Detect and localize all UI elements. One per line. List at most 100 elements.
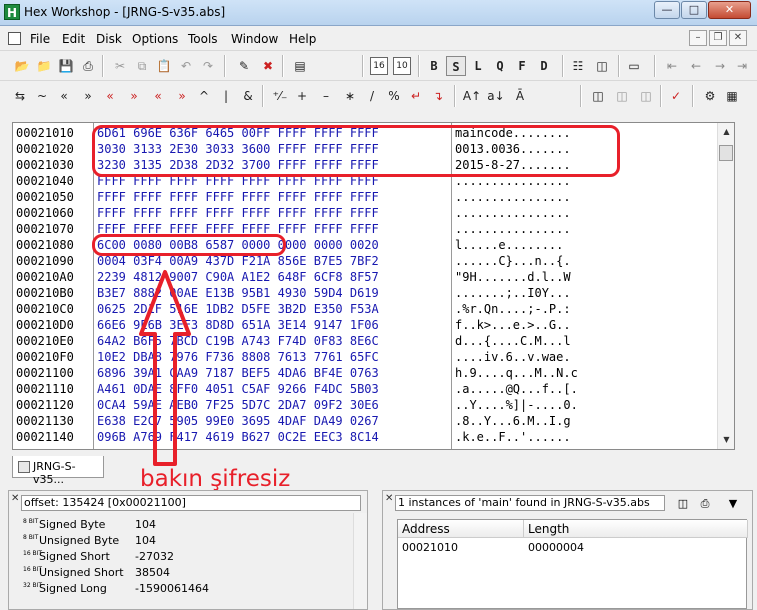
menu-window[interactable]: Window (231, 32, 278, 46)
properties-icon[interactable]: ▤ (290, 56, 310, 76)
and-icon[interactable]: & (238, 86, 258, 106)
base-10-icon[interactable]: 10 (393, 57, 411, 75)
hex-ascii[interactable]: ................ (455, 205, 571, 221)
results-export-icon[interactable]: ⎙ (697, 496, 713, 512)
inspector-row[interactable]: 16 BITUnsigned Short 38504 (23, 565, 170, 581)
rotate-left-icon[interactable]: « (100, 86, 120, 106)
float-view-button[interactable]: F (512, 56, 532, 76)
child-restore-button[interactable]: ❐ (709, 30, 727, 46)
menu-tools[interactable]: Tools (188, 32, 218, 46)
calculator-icon[interactable]: ▦ (722, 86, 742, 106)
inspector-row[interactable]: 8 BITSigned Byte 104 (23, 517, 156, 533)
multiply-icon[interactable]: ∗ (340, 86, 360, 106)
hex-bytes[interactable]: FFFF FFFF FFFF FFFF FFFF FFFF FFFF FFFF (97, 189, 379, 205)
hex-ascii[interactable]: f..k>...e.>..G.. (455, 317, 571, 333)
hex-ascii[interactable]: .a.....@Q...f..[. (455, 381, 578, 397)
or-icon[interactable]: | (216, 86, 236, 106)
column-address[interactable]: Address (398, 520, 524, 538)
compare-icon[interactable]: ◫ (588, 86, 608, 106)
first-page-icon[interactable]: ⇤ (662, 56, 682, 76)
compare-prev-icon[interactable]: ◫ (636, 86, 656, 106)
scroll-down-icon[interactable]: ▼ (719, 432, 734, 448)
invert-case-icon[interactable]: Ā (510, 86, 530, 106)
menu-disk[interactable]: Disk (96, 32, 122, 46)
hex-ascii[interactable]: .%r.Qn....;-.P.: (455, 301, 571, 317)
hex-ascii[interactable]: ..Y....%]|-....0. (455, 397, 578, 413)
document-tab[interactable]: JRNG-S-v35... (12, 456, 104, 486)
hex-ascii[interactable]: ................ (455, 221, 571, 237)
back-icon[interactable]: ← (686, 56, 706, 76)
byte-view-button[interactable]: B (424, 56, 444, 76)
divide-icon[interactable]: / (362, 86, 382, 106)
result-length[interactable]: 00000004 (524, 540, 584, 556)
bookmark-add-icon[interactable]: ✎ (234, 56, 254, 76)
add-icon[interactable]: + (292, 86, 312, 106)
results-close-icon[interactable]: ✕ (385, 493, 393, 504)
hex-ascii[interactable]: ......C}...n..{. (455, 253, 571, 269)
base-16-icon[interactable]: 16 (370, 57, 388, 75)
child-close-button[interactable]: ✕ (729, 30, 747, 46)
hex-workshop-app-icon[interactable]: H (4, 4, 20, 20)
char-set-icon[interactable]: ☷ (568, 56, 588, 76)
forward-icon[interactable]: → (710, 56, 730, 76)
document-menu-icon[interactable] (8, 32, 21, 45)
child-minimize-button[interactable]: – (689, 30, 707, 46)
menu-file[interactable]: File (30, 32, 50, 46)
hex-bytes[interactable]: FFFF FFFF FFFF FFFF FFFF FFFF FFFF FFFF (97, 205, 379, 221)
hex-ascii[interactable]: .8..Y...6.M..I.g (455, 413, 571, 429)
hex-ascii[interactable]: "9H.......d.l..W (455, 269, 571, 285)
result-address[interactable]: 00021010 (398, 540, 458, 556)
shift-bits-right-icon[interactable]: ↴ (428, 86, 448, 106)
maximize-button[interactable]: □ (681, 1, 707, 19)
menu-help[interactable]: Help (289, 32, 316, 46)
hex-ascii[interactable]: d...{....C.M...l (455, 333, 571, 349)
results-copy-icon[interactable]: ◫ (675, 496, 691, 512)
lowercase-icon[interactable]: a↓ (486, 86, 506, 106)
results-options-icon[interactable]: ▼ (725, 496, 741, 512)
block-rotate-right-icon[interactable]: » (172, 86, 192, 106)
print-icon[interactable]: ⎙ (78, 56, 98, 76)
swap-icon[interactable]: ⇆ (10, 86, 30, 106)
save-icon[interactable]: 💾 (56, 56, 76, 76)
rotate-right-icon[interactable]: » (124, 86, 144, 106)
copy-icon[interactable]: ⧉ (132, 56, 152, 76)
pane-close-icon[interactable]: ✕ (11, 493, 19, 504)
inspector-row[interactable]: 32 BITSigned Long -1590061464 (23, 581, 209, 597)
hex-ascii[interactable]: ....iv.6..v.wae. (455, 349, 571, 365)
long-view-button[interactable]: L (468, 56, 488, 76)
compare-next-icon[interactable]: ◫ (612, 86, 632, 106)
double-view-button[interactable]: D (534, 56, 554, 76)
inspector-row[interactable]: 8 BITUnsigned Byte 104 (23, 533, 156, 549)
quad-view-button[interactable]: Q (490, 56, 510, 76)
bookmark-remove-icon[interactable]: ✖ (258, 56, 278, 76)
block-rotate-left-icon[interactable]: « (148, 86, 168, 106)
close-button[interactable]: ✕ (708, 1, 751, 19)
minimize-button[interactable]: — (654, 1, 680, 19)
last-page-icon[interactable]: ⇥ (732, 56, 752, 76)
shift-left-icon[interactable]: « (54, 86, 74, 106)
title-bar[interactable]: H Hex Workshop - [JRNG-S-v35.abs] — □ ✕ (0, 0, 757, 26)
scroll-up-icon[interactable]: ▲ (719, 124, 734, 140)
undo-icon[interactable]: ↶ (176, 56, 196, 76)
column-length[interactable]: Length (524, 520, 748, 538)
open-icon[interactable]: 📂 (12, 56, 32, 76)
xor-icon[interactable]: ^ (194, 86, 214, 106)
redo-icon[interactable]: ↷ (198, 56, 218, 76)
checksum-icon[interactable]: ✓ (666, 86, 686, 106)
hex-ascii[interactable]: ................ (455, 189, 571, 205)
paste-icon[interactable]: 📋 (154, 56, 174, 76)
change-sign-icon[interactable]: ⁺⁄₋ (270, 86, 290, 106)
settings-icon[interactable]: ⚙ (700, 86, 720, 106)
uppercase-icon[interactable]: A↑ (462, 86, 482, 106)
hex-ascii[interactable]: h.9....q...M..N.c (455, 365, 578, 381)
menu-edit[interactable]: Edit (62, 32, 85, 46)
cut-icon[interactable]: ✂ (110, 56, 130, 76)
not-icon[interactable]: ~ (32, 86, 52, 106)
hex-ascii[interactable]: .k.e..F..'...... (455, 429, 571, 445)
hex-scrollbar[interactable]: ▲ ▼ (717, 123, 734, 449)
short-view-button[interactable]: S (446, 56, 466, 76)
menu-options[interactable]: Options (132, 32, 178, 46)
inspector-scrollbar[interactable] (353, 513, 367, 609)
hex-ascii[interactable]: l.....e........ (455, 237, 571, 253)
window-icon[interactable]: ▭ (624, 56, 644, 76)
